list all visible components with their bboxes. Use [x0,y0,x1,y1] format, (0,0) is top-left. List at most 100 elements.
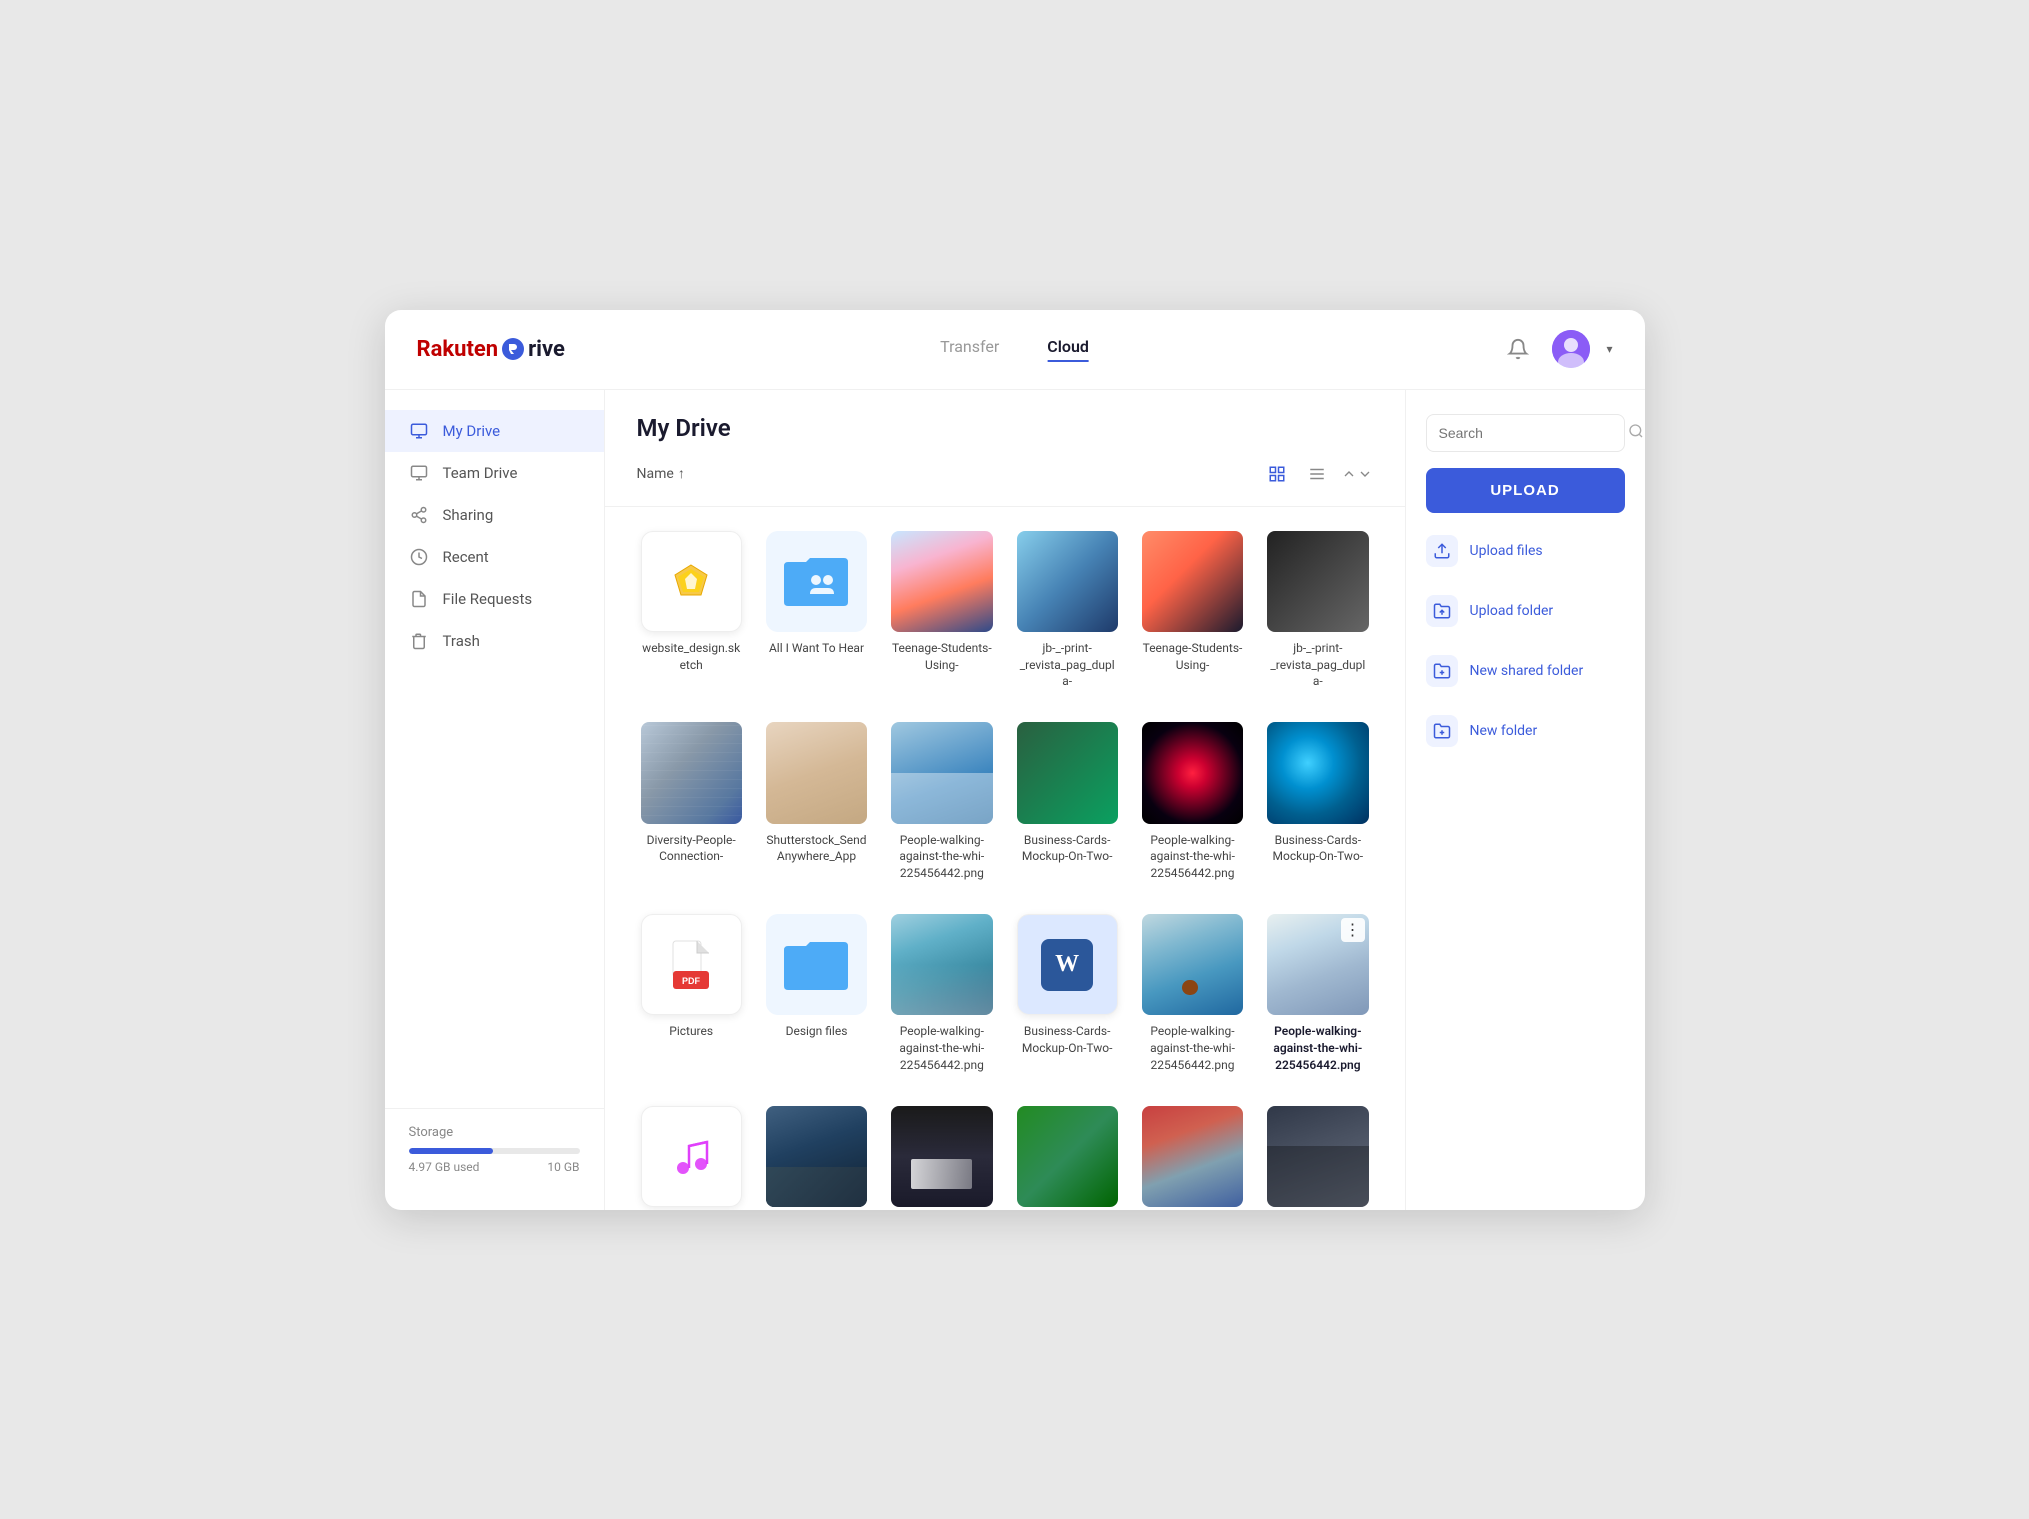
file-thumb [1017,1106,1118,1207]
file-item[interactable]: jb-_-print- [1263,1098,1372,1210]
file-item[interactable]: website_design.sketch [637,523,746,699]
header-right: ▾ [1500,330,1612,368]
file-item[interactable]: Business-Cards-Mockup-On-Two- [1013,714,1122,890]
sort-control[interactable]: Name ↑ [637,465,685,482]
sort-toggle-btn[interactable] [1341,458,1373,490]
file-item[interactable]: ⋮ People-walking-against-the-whi-2254564… [1263,906,1372,1082]
pdf-icon: PDF [641,914,742,1015]
sidebar: My Drive Team Drive [385,390,605,1210]
file-name: Diversity-People-Connection- [641,832,742,866]
storage-total: 10 GB [547,1160,579,1174]
file-grid: website_design.sketch [637,523,1373,1210]
logo-rakuten: Rakuten [417,337,499,362]
svg-text:PDF: PDF [682,976,701,986]
sort-label-text: Name [637,466,674,482]
file-item[interactable]: website_design.sketch [637,1098,746,1210]
logo-icon [502,338,524,360]
search-box[interactable] [1426,414,1625,452]
file-item[interactable]: W Business-Cards-Mockup-On-Two- [1013,906,1122,1082]
file-item[interactable]: Teenage-Students- [1138,1098,1247,1210]
file-name: jb-_-print-_revista_pag_dupla- [1267,640,1368,690]
avatar[interactable] [1552,330,1590,368]
file-name: People-walking-against-the-whi-225456442… [891,1023,992,1073]
file-thumb [1267,722,1368,823]
file-item[interactable]: jb-_-print-_revista_pag_dupla- [1263,523,1372,699]
search-input[interactable] [1439,425,1620,441]
sidebar-item-my-drive[interactable]: My Drive [385,410,604,452]
sidebar-item-sharing[interactable]: Sharing [385,494,604,536]
file-name: Shutterstock_Send Anywhere_App [766,832,867,866]
sidebar-item-file-requests[interactable]: File Requests [385,578,604,620]
file-item[interactable]: People-walking-against-the-whi-225456442… [1138,714,1247,890]
music-icon [641,1106,742,1207]
file-name: People-walking-against-the-whi-225456442… [1142,1023,1243,1073]
file-item[interactable]: Diversity-People-Connection- [637,714,746,890]
sidebar-nav: My Drive Team Drive [385,410,604,1108]
file-item[interactable]: All I Want To Hear [762,523,871,699]
file-item[interactable]: All I Want To Hear [762,1098,871,1210]
folder-plain-icon [766,914,867,1015]
right-panel: UPLOAD Upload files [1405,390,1645,1210]
sidebar-item-label: Sharing [443,506,494,524]
file-item[interactable]: Teenage-Students-Using- [1138,523,1247,699]
file-item[interactable]: jb-_-print-_revista_pag_dupla- [1013,523,1122,699]
file-item[interactable]: Shutterstock_Send Anywhere_App [762,714,871,890]
sidebar-item-recent[interactable]: Recent [385,536,604,578]
file-item[interactable]: jb-_-print- [1013,1098,1122,1210]
upload-folder-action[interactable]: Upload folder [1426,589,1625,633]
new-shared-folder-action[interactable]: New shared folder [1426,649,1625,693]
grid-view-btn[interactable] [1261,458,1293,490]
file-item[interactable]: People-walking-against-the-whi-225456442… [887,906,996,1082]
avatar-chevron[interactable]: ▾ [1606,342,1612,356]
file-thumb [1017,531,1118,632]
upload-files-label: Upload files [1470,543,1543,559]
nav-cloud[interactable]: Cloud [1047,337,1089,362]
file-thumb [891,914,992,1015]
drive-icon [409,421,429,441]
storage-info: 4.97 GB used 10 GB [409,1160,580,1174]
file-thumb [766,722,867,823]
file-item[interactable]: Business-Cards-Mockup-On-Two- [1263,714,1372,890]
file-item[interactable]: PDF Pictures [637,906,746,1082]
nav-transfer[interactable]: Transfer [940,337,999,362]
storage-bar-bg [409,1148,580,1154]
file-item[interactable]: Design files [762,906,871,1082]
file-item[interactable]: People-walking-against-the-whi-225456442… [1138,906,1247,1082]
file-name: People-walking-against-the-whi-225456442… [1267,1023,1368,1073]
more-options-btn[interactable]: ⋮ [1341,918,1365,942]
main-toolbar: Name ↑ [605,458,1405,507]
team-icon [409,463,429,483]
file-thumb [1267,531,1368,632]
upload-file-icon [1426,535,1458,567]
file-icon-sketch [641,531,742,632]
share-icon [409,505,429,525]
new-shared-folder-label: New shared folder [1470,663,1584,679]
list-view-btn[interactable] [1301,458,1333,490]
bell-icon[interactable] [1500,331,1536,367]
file-item[interactable]: People-walking-against-the-whi-225456442… [887,714,996,890]
word-icon: W [1017,914,1118,1015]
file-thumb [1142,531,1243,632]
search-icon [1628,423,1644,443]
main-content: My Drive Name ↑ [605,390,1405,1210]
file-thumb [891,722,992,823]
file-name: Business-Cards-Mockup-On-Two- [1017,832,1118,866]
folder-shared-icon [766,531,867,632]
storage-label: Storage [409,1125,580,1140]
file-name: Teenage-Students-Using- [1142,640,1243,674]
sidebar-item-label: My Drive [443,422,501,440]
file-item[interactable]: Teenage-Students- [887,1098,996,1210]
file-name: jb-_-print-_revista_pag_dupla- [1017,640,1118,690]
file-thumb: ⋮ [1267,914,1368,1015]
file-item[interactable]: Teenage-Students-Using- [887,523,996,699]
file-name: People-walking-against-the-whi-225456442… [1142,832,1243,882]
upload-button[interactable]: UPLOAD [1426,468,1625,513]
file-name: Design files [786,1023,848,1040]
header-nav: Transfer Cloud [940,337,1089,362]
sidebar-item-team-drive[interactable]: Team Drive [385,452,604,494]
new-folder-action[interactable]: New folder [1426,709,1625,753]
sidebar-item-trash[interactable]: Trash [385,620,604,662]
sidebar-storage: Storage 4.97 GB used 10 GB [385,1108,604,1190]
file-thumb [1142,914,1243,1015]
upload-files-action[interactable]: Upload files [1426,529,1625,573]
